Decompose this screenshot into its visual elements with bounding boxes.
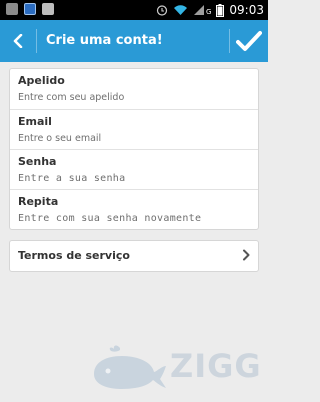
email-field: Email bbox=[10, 109, 258, 150]
nickname-input[interactable] bbox=[18, 90, 250, 104]
bag-icon bbox=[42, 3, 54, 15]
terms-of-service-row[interactable]: Termos de serviço bbox=[9, 240, 259, 272]
repeat-password-field: Repita bbox=[10, 189, 258, 230]
alarm-icon bbox=[156, 5, 168, 16]
app-bar-divider bbox=[36, 29, 37, 53]
confirm-button[interactable] bbox=[230, 20, 268, 62]
repeat-password-input[interactable] bbox=[18, 211, 250, 225]
back-button[interactable] bbox=[0, 20, 36, 62]
status-bar: G 09:03 bbox=[0, 0, 268, 20]
app-bar: Crie uma conta! bbox=[0, 20, 268, 62]
email-input[interactable] bbox=[18, 131, 250, 145]
zigg-watermark: ZIGG bbox=[90, 342, 262, 392]
signup-form: Apelido Email Senha Repita bbox=[9, 68, 259, 230]
app-notification-icon bbox=[6, 3, 18, 15]
qq-icon bbox=[24, 3, 36, 15]
network-type: G bbox=[205, 8, 212, 16]
password-field: Senha bbox=[10, 149, 258, 190]
watermark-text: ZIGG bbox=[170, 347, 262, 385]
field-label: Email bbox=[18, 115, 52, 128]
password-input[interactable] bbox=[18, 171, 250, 185]
chevron-right-icon bbox=[243, 249, 250, 261]
nickname-field: Apelido bbox=[10, 69, 258, 109]
field-label: Repita bbox=[18, 195, 59, 208]
field-label: Apelido bbox=[18, 74, 65, 87]
clock: 09:03 bbox=[229, 3, 264, 17]
terms-label: Termos de serviço bbox=[18, 249, 130, 262]
checkmark-icon bbox=[236, 31, 262, 51]
chevron-left-icon bbox=[13, 34, 23, 48]
battery-icon bbox=[216, 3, 225, 17]
page-title: Crie uma conta! bbox=[46, 33, 163, 48]
signal-icon bbox=[193, 5, 204, 15]
field-label: Senha bbox=[18, 155, 57, 168]
wifi-icon bbox=[173, 5, 187, 15]
whale-icon bbox=[94, 345, 166, 389]
